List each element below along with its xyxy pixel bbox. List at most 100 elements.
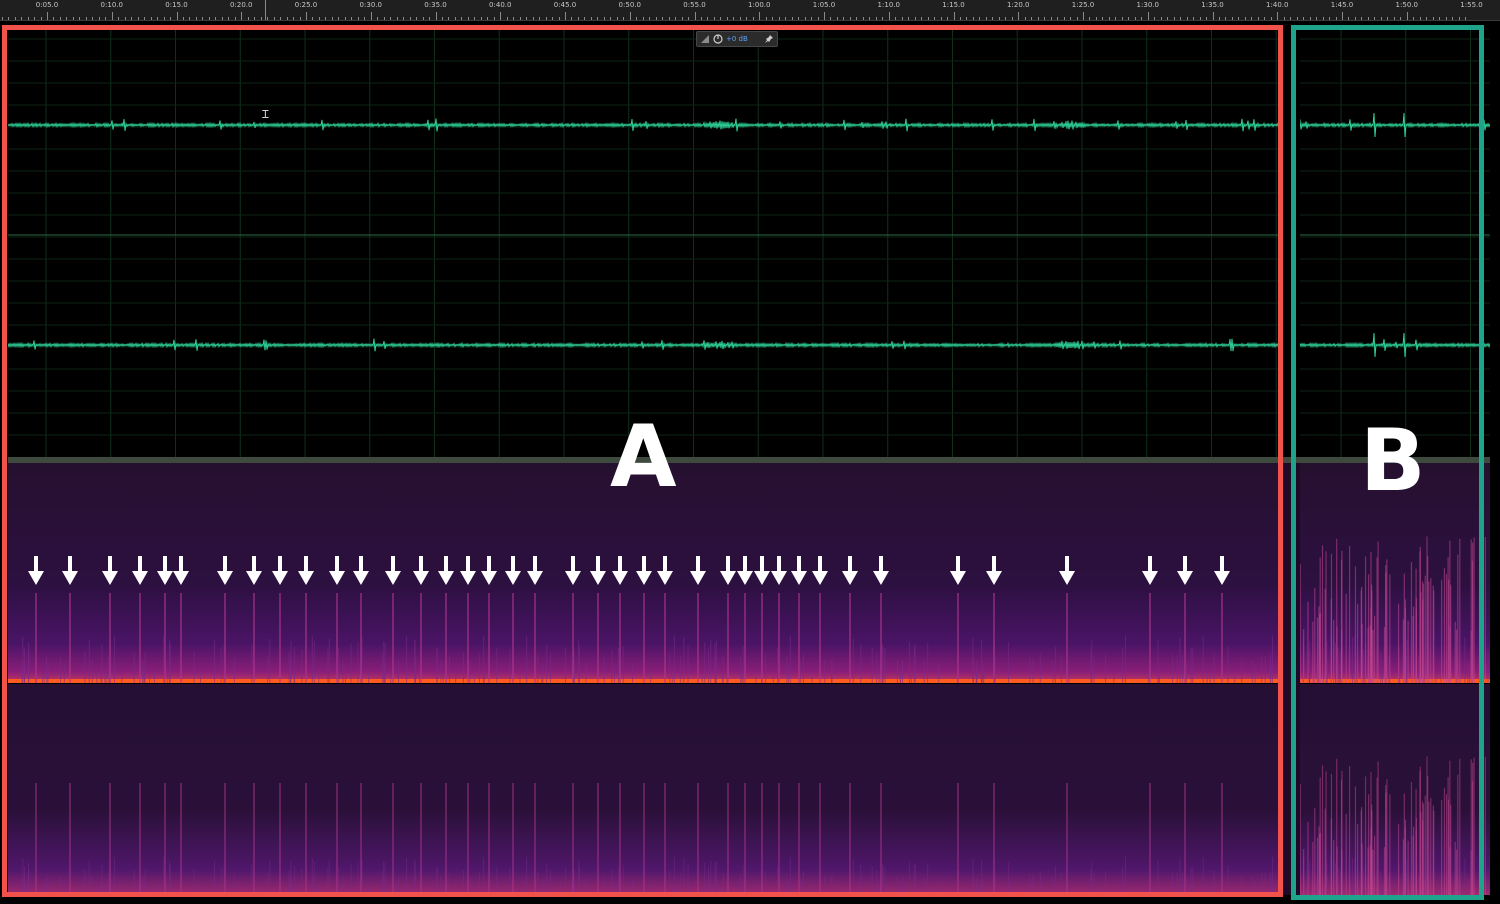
ruler-tick-mark: [112, 12, 113, 20]
timeline-ruler[interactable]: 0:05.0 0:10.0 0:15.0 0:20.0 0:25.0 0:30.0 0:35…: [0, 0, 1500, 21]
ruler-tick-mark: [274, 17, 275, 20]
ruler-tick-mark: [371, 12, 372, 20]
ruler-tick-label: 1:30.0: [1136, 1, 1159, 9]
ruler-tick-mark: [1057, 17, 1058, 20]
ruler-tick-label: 1:05.0: [812, 1, 836, 9]
ruler-tick-mark: [597, 17, 598, 20]
ruler-tick-mark: [740, 17, 741, 20]
ruler-tick-mark: [500, 12, 501, 20]
spectral-frequency-display[interactable]: [8, 463, 1490, 895]
ruler-tick-mark: [1193, 17, 1194, 20]
spectral-channel-top: [8, 463, 1490, 683]
ruler-tick-mark: [999, 17, 1000, 20]
ruler-tick-mark: [1089, 17, 1090, 20]
ruler-tick-mark: [144, 17, 145, 20]
pin-icon[interactable]: [764, 34, 774, 44]
ruler-tick-mark: [1297, 17, 1298, 20]
ruler-tick-mark: [979, 17, 980, 20]
ruler-tick-mark: [591, 17, 592, 20]
ruler-tick-mark: [1361, 17, 1362, 20]
ruler-tick-mark: [325, 17, 326, 20]
ruler-tick-mark: [1187, 17, 1188, 20]
ruler-tick-mark: [41, 17, 42, 20]
hud-gain-value: +0 dB: [726, 35, 748, 43]
ruler-tick-label: 1:25.0: [1071, 1, 1095, 9]
ruler-tick-mark: [410, 17, 411, 20]
ruler-tick-mark: [92, 17, 93, 20]
ruler-tick-mark: [1044, 17, 1045, 20]
ruler-tick-label: 1:40.0: [1266, 1, 1289, 9]
ruler-tick-label: 0:45.0: [553, 1, 577, 9]
ruler-tick-mark: [47, 12, 48, 20]
ruler-tick-mark: [688, 17, 689, 20]
ruler-tick-mark: [416, 17, 417, 20]
ruler-tick-mark: [1005, 17, 1006, 20]
ruler-tick-label: 0:35.0: [424, 1, 447, 9]
ruler-tick-mark: [1115, 17, 1116, 20]
ruler-tick-mark: [533, 17, 534, 20]
ruler-tick-mark: [1161, 17, 1162, 20]
ruler-tick-mark: [209, 17, 210, 20]
ruler-tick-mark: [254, 17, 255, 20]
ruler-tick-mark: [707, 17, 708, 20]
ruler-tick-label: 0:55.0: [683, 1, 706, 9]
ruler-tick-mark: [2, 17, 3, 20]
ruler-tick-mark: [526, 17, 527, 20]
ruler-tick-mark: [1400, 17, 1401, 20]
ruler-tick-mark: [1303, 17, 1304, 20]
ruler-tick-mark: [863, 17, 864, 20]
ruler-tick-mark: [1122, 17, 1123, 20]
ruler-tick-mark: [1284, 17, 1285, 20]
ruler-tick-mark: [319, 17, 320, 20]
spectral-gap: [1283, 463, 1300, 895]
ruler-tick-mark: [1219, 17, 1220, 20]
ruler-tick-mark: [1387, 17, 1388, 20]
ruler-tick-mark: [1394, 17, 1395, 20]
ruler-tick-mark: [1051, 17, 1052, 20]
ruler-tick-mark: [1452, 17, 1453, 20]
ruler-tick-mark: [1070, 17, 1071, 20]
ruler-tick-mark: [235, 17, 236, 20]
ruler-tick-mark: [992, 17, 993, 20]
ruler-tick-mark: [649, 17, 650, 20]
ruler-tick-mark: [170, 17, 171, 20]
ruler-tick-mark: [1251, 17, 1252, 20]
ruler-tick-mark: [345, 17, 346, 20]
meter-icon[interactable]: [700, 34, 710, 44]
ruler-tick-label: 0:20.0: [230, 1, 253, 9]
ruler-tick-mark: [1225, 17, 1226, 20]
ruler-tick-mark: [1413, 17, 1414, 20]
playhead-marker[interactable]: [265, 0, 266, 20]
ruler-tick-mark: [73, 17, 74, 20]
ruler-tick-mark: [358, 17, 359, 20]
ruler-tick-label: 0:05.0: [35, 1, 59, 9]
ruler-tick-mark: [1102, 17, 1103, 20]
ruler-tick-mark: [941, 17, 942, 20]
ruler-tick-mark: [818, 17, 819, 20]
ruler-tick-mark: [481, 17, 482, 20]
hud-gain-control[interactable]: +0 dB: [696, 31, 778, 47]
ruler-tick-mark: [1031, 17, 1032, 20]
volume-knob-icon[interactable]: [713, 34, 723, 44]
ruler-tick-mark: [222, 17, 223, 20]
ruler-tick-mark: [559, 17, 560, 20]
ruler-tick-mark: [338, 17, 339, 20]
ruler-tick-mark: [1290, 17, 1291, 20]
ruler-tick-mark: [177, 12, 178, 20]
ruler-tick-mark: [261, 17, 262, 20]
ruler-tick-mark: [792, 17, 793, 20]
waveform-display[interactable]: [8, 29, 1490, 457]
ruler-tick-mark: [682, 17, 683, 20]
ruler-tick-mark: [494, 17, 495, 20]
ruler-tick-mark: [610, 17, 611, 20]
ruler-tick-mark: [604, 17, 605, 20]
ruler-tick-mark: [436, 12, 437, 20]
ruler-tick-mark: [727, 17, 728, 20]
ruler-tick-mark: [196, 17, 197, 20]
ruler-tick-mark: [1083, 12, 1084, 20]
ruler-tick-mark: [1310, 17, 1311, 20]
ruler-tick-mark: [241, 12, 242, 20]
ruler-tick-mark: [1180, 17, 1181, 20]
waveform-trace: [8, 332, 1490, 358]
ruler-tick-mark: [8, 17, 9, 20]
